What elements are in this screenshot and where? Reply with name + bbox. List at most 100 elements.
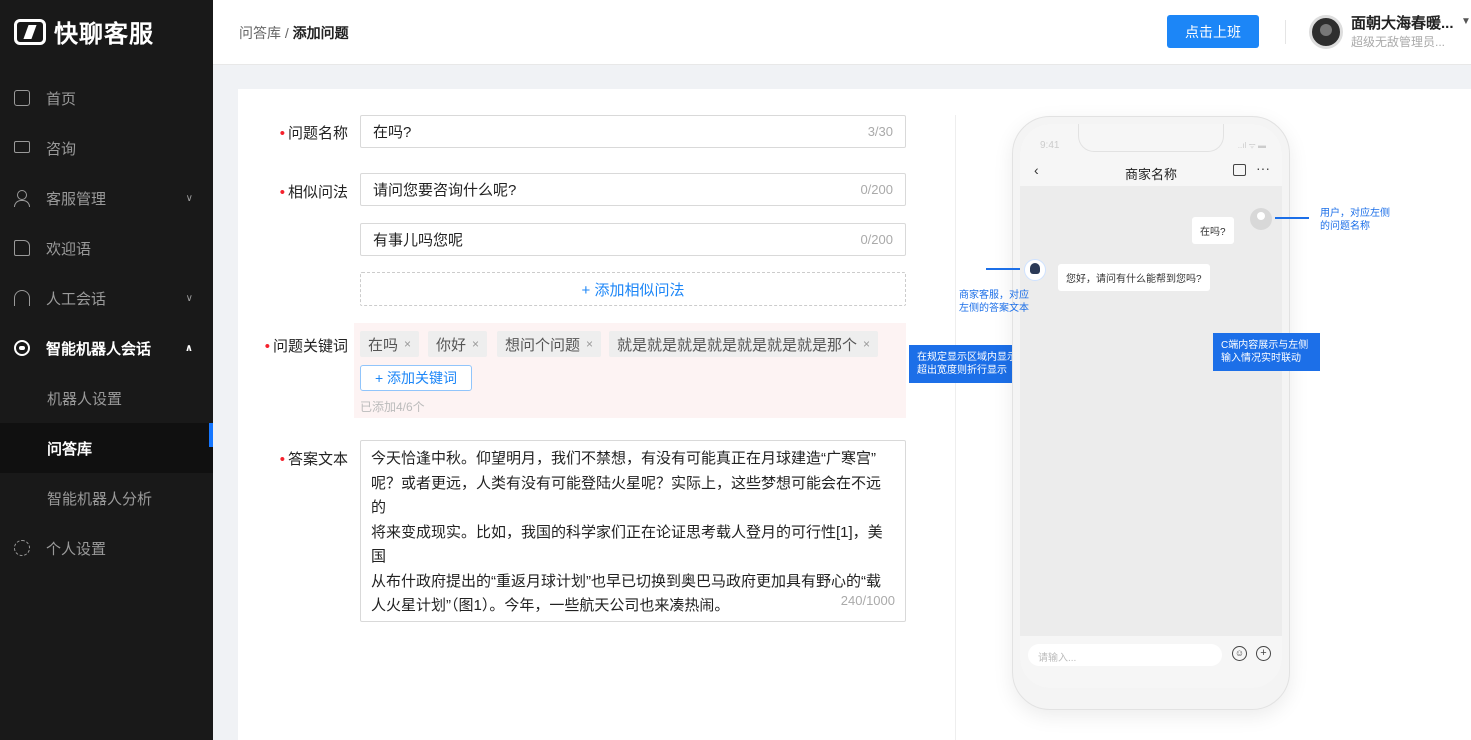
note-line: 的问题名称	[1320, 221, 1370, 232]
note-line: C端内容展示与左侧	[1221, 340, 1309, 351]
user-role: 超级无敌管理员...	[1351, 35, 1446, 49]
app-name: 快聊客服	[54, 21, 154, 48]
sidebar-item-label: 咨询	[46, 140, 77, 158]
plus-icon[interactable]: +	[1256, 646, 1271, 661]
similar-questions-label: • 相似问法	[248, 181, 348, 202]
note-line: 商家客服，对应	[959, 290, 1029, 301]
label-text: 答案文本	[287, 451, 348, 468]
label-text: 相似问法	[287, 184, 348, 201]
tag-text: 想问个问题	[505, 336, 581, 354]
sidebar-item-label: 问答库	[47, 440, 93, 458]
phone-nav-bar: 9:41 ..ıl ᯤ ▬ ‹ 商家名称 ···	[1020, 124, 1282, 186]
start-shift-button[interactable]: 点击上班	[1167, 15, 1259, 48]
sidebar-item-robot-session[interactable]: 智能机器人会话 ∧	[0, 323, 213, 373]
sidebar: 快聊客服 首页 咨询 客服管理 ∨ 欢迎语 人工会话 ∨ 智能机器人会话 ∧ 机…	[0, 0, 213, 740]
answer-label: • 答案文本	[248, 448, 348, 469]
caret-down-icon[interactable]: ▼	[1461, 16, 1471, 27]
close-icon[interactable]: ×	[472, 337, 479, 351]
arrow-right-icon	[1275, 217, 1309, 219]
sidebar-item-label: 智能机器人分析	[47, 490, 153, 508]
sidebar-item-consult[interactable]: 咨询	[0, 123, 213, 173]
similar-question-input-1[interactable]: 请问您要咨询什么呢? 0/200	[360, 173, 906, 206]
phone-notch	[1078, 124, 1224, 152]
sidebar-item-personal-settings[interactable]: 个人设置	[0, 523, 213, 573]
required-mark: •	[279, 184, 285, 201]
char-count: 3/30	[867, 124, 893, 139]
panel-divider	[955, 115, 956, 740]
sidebar-item-welcome[interactable]: 欢迎语	[0, 223, 213, 273]
chevron-down-icon: ∨	[185, 292, 193, 304]
logo-icon	[14, 18, 46, 45]
user-note: 用户，对应左侧 的问题名称	[1320, 207, 1390, 233]
question-name-label: • 问题名称	[248, 122, 348, 143]
close-icon[interactable]: ×	[404, 337, 411, 351]
required-mark: •	[279, 451, 285, 468]
sidebar-item-label: 客服管理	[46, 190, 107, 208]
similar-question-input-2[interactable]: 有事儿吗您呢 0/200	[360, 223, 906, 256]
required-mark: •	[279, 125, 285, 142]
bot-note: 商家客服，对应 左侧的答案文本	[959, 289, 1029, 315]
status-time: 9:41	[1040, 140, 1060, 151]
sidebar-subitem-qa-library[interactable]: 问答库	[0, 423, 213, 473]
sidebar-item-agent-management[interactable]: 客服管理 ∨	[0, 173, 213, 223]
signal-icon: ..ıl ᯤ ▬	[1237, 141, 1266, 150]
answer-line: 人火星计划”（图1）。今年，一些航天公司也来凑热闹。	[371, 597, 730, 614]
store-icon[interactable]	[1233, 164, 1246, 176]
home-icon	[14, 90, 30, 106]
answer-textarea[interactable]: 今天恰逢中秋。仰望明月，我们不禁想，有没有可能真正在月球建造“广寒宫” 呢？或者…	[360, 440, 906, 622]
keyword-tag: 在吗 ×	[360, 331, 420, 357]
sidebar-item-label: 机器人设置	[47, 390, 123, 408]
arrow-left-icon	[986, 268, 1020, 270]
breadcrumb: 问答库 / 添加问题	[239, 23, 349, 43]
user-message: 在吗?	[1192, 217, 1234, 244]
sidebar-subitem-robot-settings[interactable]: 机器人设置	[0, 373, 213, 423]
label-text: 问题关键词	[272, 338, 348, 355]
answer-line: 将来变成现实。比如，我国的科学家们正在论证思考载人登月的可行性[1]，美国	[371, 523, 883, 566]
required-mark: •	[264, 338, 270, 355]
bot-message: 您好，请问有什么能帮到您吗?	[1058, 264, 1210, 291]
avatar[interactable]	[1309, 15, 1343, 49]
char-count: 240/1000	[840, 592, 895, 608]
sidebar-item-manual-session[interactable]: 人工会话 ∨	[0, 273, 213, 323]
add-similar-question-button[interactable]: + 添加相似问法	[360, 272, 906, 306]
question-name-input[interactable]: 在吗? 3/30	[360, 115, 906, 148]
add-keyword-button[interactable]: + 添加关键词	[360, 365, 472, 391]
sidebar-item-home[interactable]: 首页	[0, 73, 213, 123]
keyword-count: 已添加4/6个	[360, 400, 425, 414]
char-count: 0/200	[860, 232, 893, 247]
keywords-label: • 问题关键词	[248, 335, 348, 356]
tag-text: 就是就是就是就是就是就是就是那个	[617, 336, 858, 354]
emoji-icon[interactable]: ☺	[1232, 646, 1247, 661]
gear-icon	[14, 540, 30, 556]
sidebar-subitem-robot-analytics[interactable]: 智能机器人分析	[0, 473, 213, 523]
breadcrumb-separator: /	[281, 25, 293, 41]
phone-screen: 9:41 ..ıl ᯤ ▬ ‹ 商家名称 ··· 在吗? 您好，请问有什么能帮到…	[1020, 124, 1282, 688]
phone-input-bar: 请输入... ☺ +	[1020, 636, 1282, 688]
app-logo[interactable]: 快聊客服	[14, 14, 154, 49]
note-line: 左侧的答案文本	[959, 303, 1029, 314]
close-icon[interactable]: ×	[586, 337, 593, 351]
user-name[interactable]: 面朝大海春暖...	[1351, 12, 1471, 33]
header-divider	[1285, 20, 1286, 44]
breadcrumb-parent[interactable]: 问答库	[239, 25, 281, 41]
chevron-up-icon: ∧	[184, 342, 193, 354]
tag-text: 在吗	[368, 336, 399, 354]
keyword-tag: 就是就是就是就是就是就是就是那个 ×	[609, 331, 879, 357]
phone-message-input[interactable]: 请输入...	[1028, 644, 1222, 666]
user-group-icon	[14, 190, 30, 207]
more-icon[interactable]: ···	[1256, 160, 1270, 176]
char-count: 0/200	[860, 182, 893, 197]
sidebar-item-label: 个人设置	[46, 540, 107, 558]
sidebar-item-label: 智能机器人会话	[46, 340, 152, 358]
sync-note: C端内容展示与左侧 输入情况实时联动	[1213, 333, 1320, 371]
answer-line: 呢？或者更远，人类有没有可能登陆火星呢？实际上，这些梦想可能会在不远的	[371, 474, 882, 517]
bot-avatar	[1024, 259, 1046, 281]
answer-line: 从布什政府提出的“重返月球计划”也早已切换到奥巴马政府更加具有野心的“载	[371, 572, 881, 590]
keyword-tag: 想问个问题 ×	[497, 331, 602, 357]
headset-icon	[14, 290, 30, 306]
robot-icon	[14, 340, 30, 356]
sidebar-item-label: 人工会话	[46, 290, 107, 308]
top-header: 问答库 / 添加问题 点击上班 面朝大海春暖... ▼ 超级无敌管理员...	[213, 0, 1471, 65]
input-value: 在吗?	[373, 124, 412, 141]
close-icon[interactable]: ×	[863, 337, 870, 351]
